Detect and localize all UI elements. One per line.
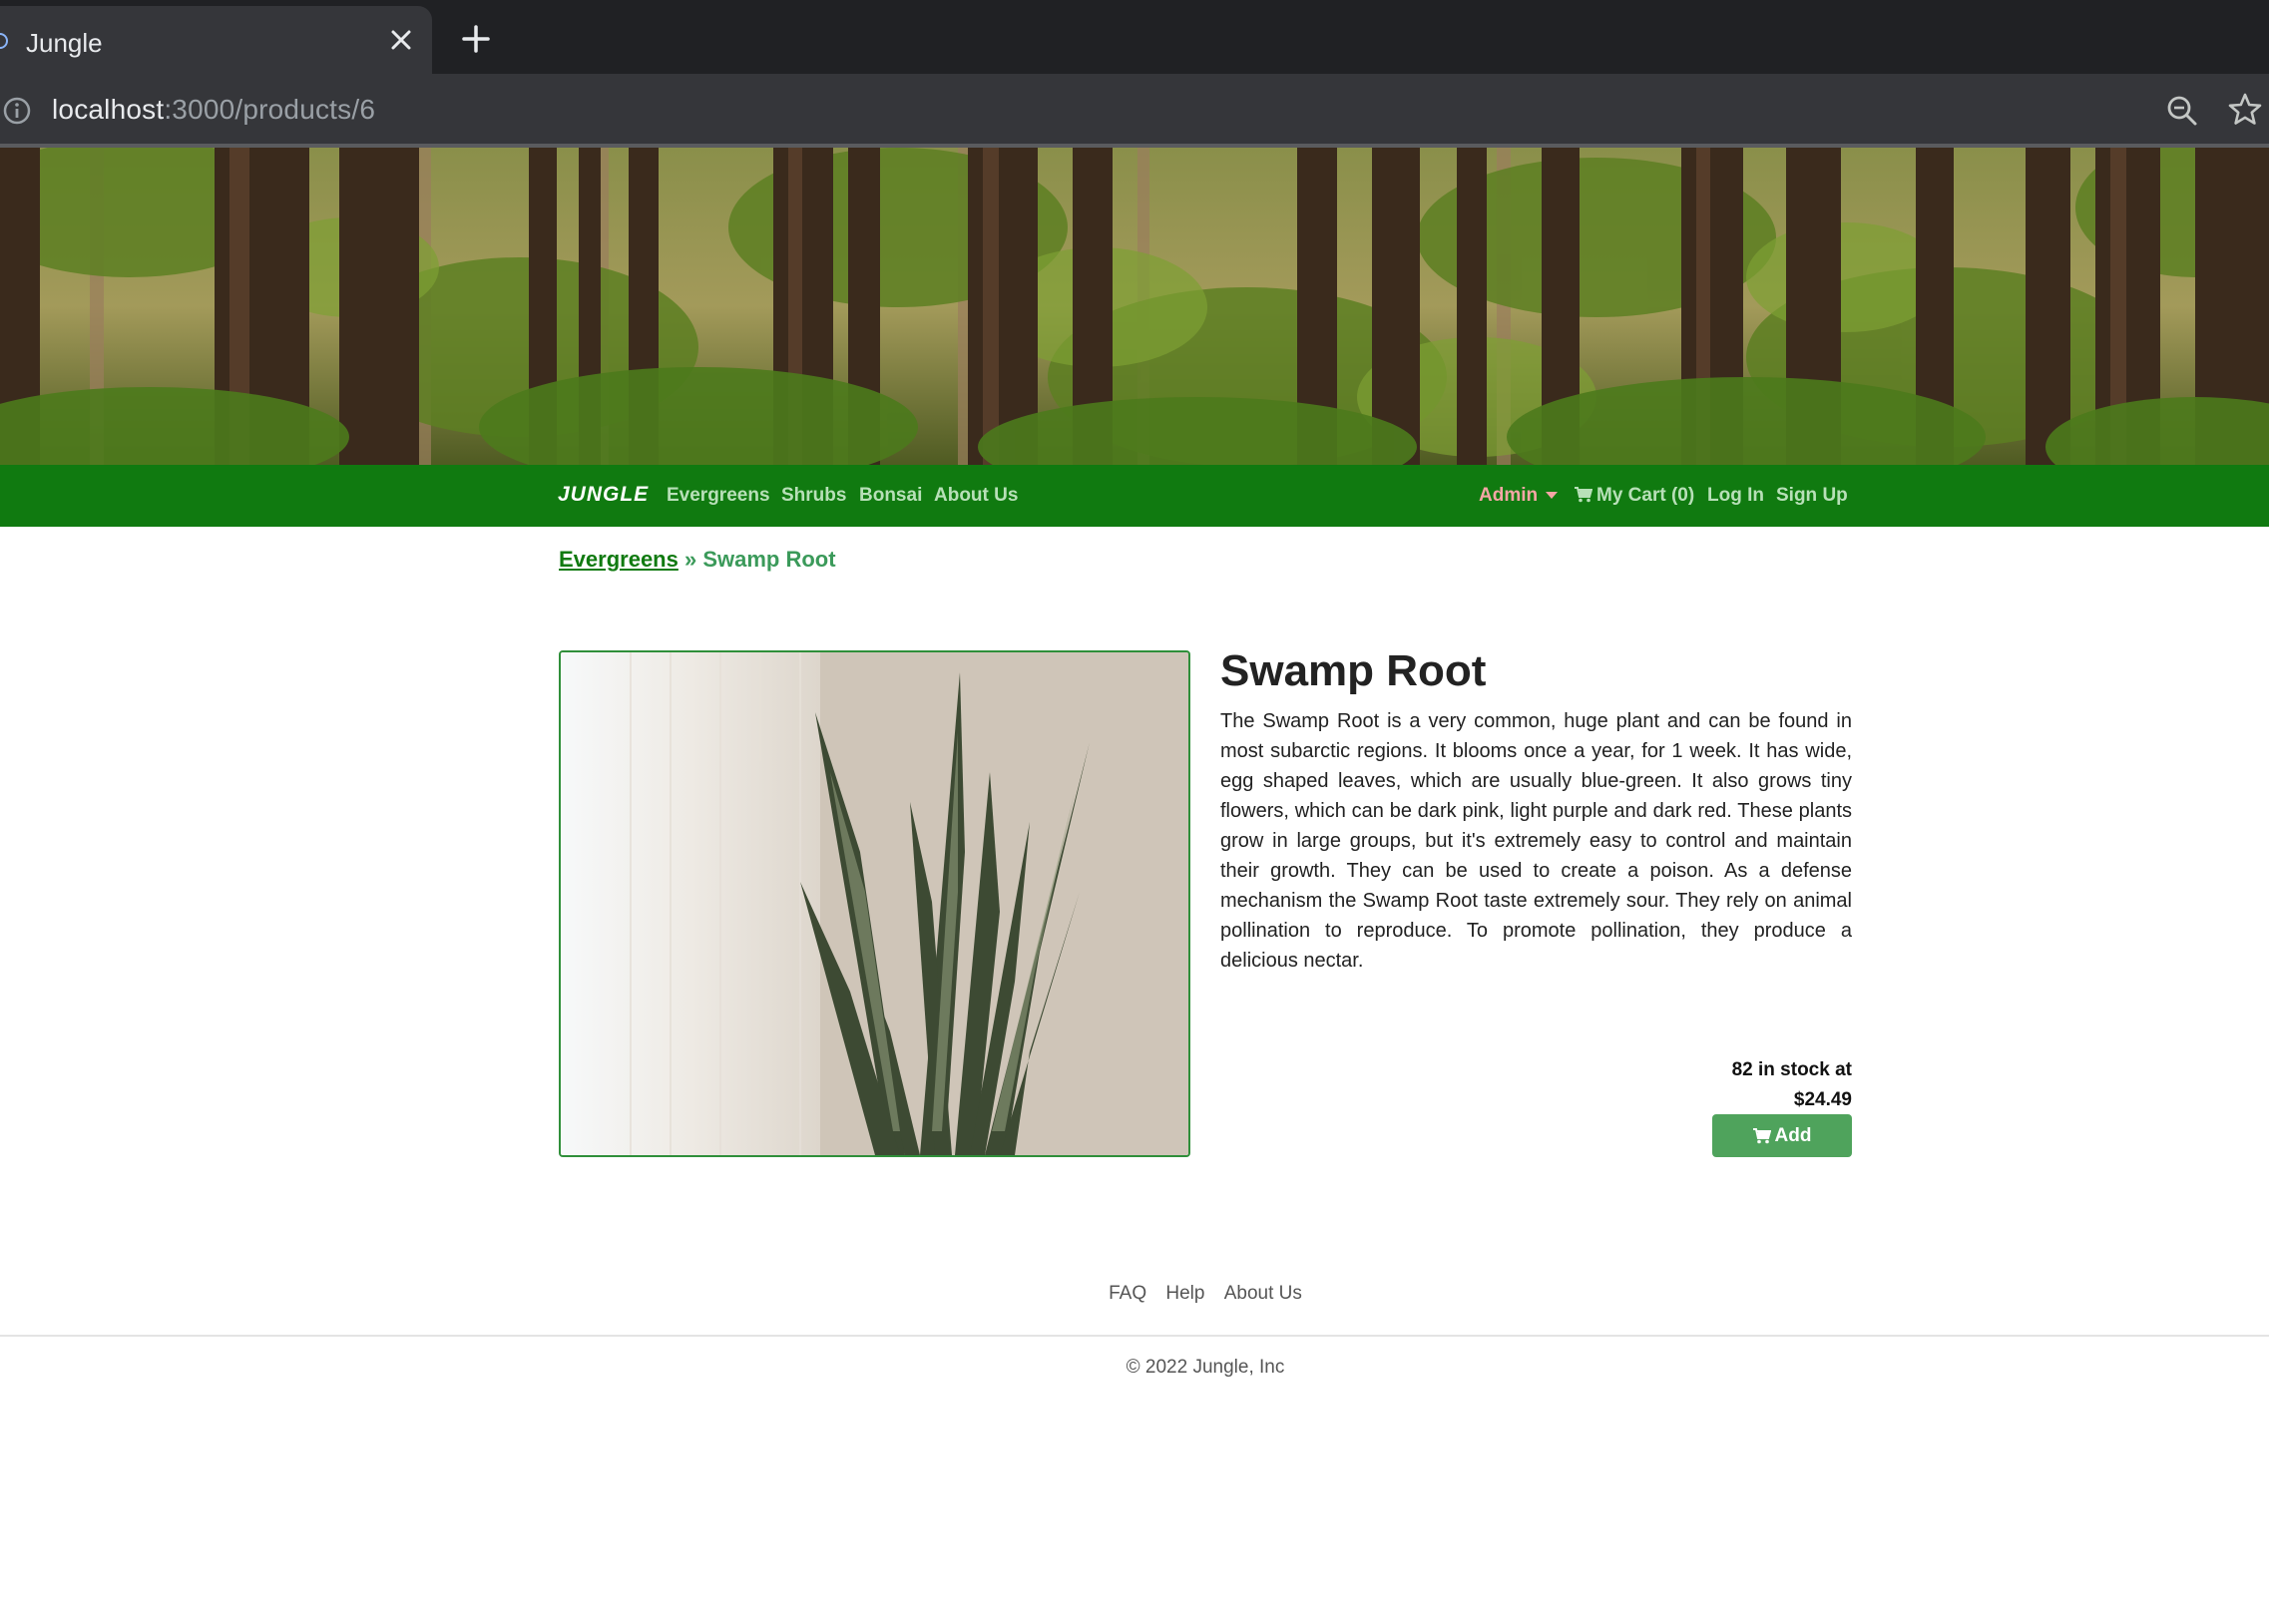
copyright: © 2022 Jungle, Inc (1126, 1357, 1285, 1378)
info-icon[interactable] (2, 96, 32, 126)
browser-tab[interactable]: Jungle (0, 6, 432, 74)
nav-link-about-us[interactable]: About Us (934, 485, 1018, 507)
cart-icon (1752, 1127, 1771, 1143)
product-title: Swamp Root (1220, 646, 1487, 695)
cart-icon (1575, 487, 1592, 503)
main-navbar: JUNGLE Evergreens Shrubs Bonsai About Us… (0, 465, 2269, 527)
nav-link-bonsai[interactable]: Bonsai (859, 485, 922, 507)
cart-link[interactable]: My Cart (0) (1575, 485, 1694, 507)
footer-links: FAQ Help About Us (0, 1283, 2269, 1305)
stock-and-price: 82 in stock at $24.49 (1636, 1055, 1852, 1115)
breadcrumb-current: Swamp Root (702, 547, 836, 572)
admin-label: Admin (1479, 485, 1539, 506)
product-description: The Swamp Root is a very common, huge pl… (1220, 710, 1852, 972)
admin-dropdown[interactable]: Admin (1479, 485, 1559, 507)
stock-text: 82 in stock at (1731, 1059, 1852, 1080)
hero-forest-banner (0, 148, 2269, 465)
url-path: :3000/products/6 (164, 94, 376, 125)
url-host: localhost (52, 94, 165, 125)
footer-link-help[interactable]: Help (1165, 1283, 1204, 1304)
caret-down-icon (1546, 492, 1559, 500)
address-bar: localhost:3000/products/6 (0, 74, 2269, 148)
breadcrumb-separator: » (678, 547, 703, 572)
bookmark-star-icon[interactable] (2227, 92, 2263, 128)
nav-link-evergreens[interactable]: Evergreens (667, 485, 770, 507)
footer-link-about-us[interactable]: About Us (1224, 1283, 1302, 1304)
footer-divider (0, 1335, 2269, 1337)
signup-link[interactable]: Sign Up (1776, 485, 1848, 507)
new-tab-icon[interactable] (457, 20, 495, 58)
tab-title: Jungle (26, 28, 103, 58)
product-image (559, 650, 1190, 1157)
zoom-out-icon[interactable] (2165, 94, 2199, 128)
breadcrumb-category-link[interactable]: Evergreens (559, 547, 679, 572)
add-to-cart-button[interactable]: Add (1712, 1114, 1852, 1157)
add-button-label: Add (1774, 1124, 1812, 1146)
price: $24.49 (1793, 1089, 1852, 1110)
url-input[interactable]: localhost:3000/products/6 (52, 94, 375, 126)
login-link[interactable]: Log In (1707, 485, 1764, 507)
breadcrumb: Evergreens » Swamp Root (559, 547, 836, 573)
footer-link-faq[interactable]: FAQ (1109, 1283, 1146, 1304)
browser-tab-bar: Jungle (0, 0, 2269, 74)
favicon-icon (0, 33, 8, 49)
close-icon[interactable] (383, 22, 419, 58)
cart-label: My Cart (0) (1596, 485, 1695, 506)
nav-link-shrubs[interactable]: Shrubs (781, 485, 846, 507)
brand-logo[interactable]: JUNGLE (558, 483, 649, 507)
